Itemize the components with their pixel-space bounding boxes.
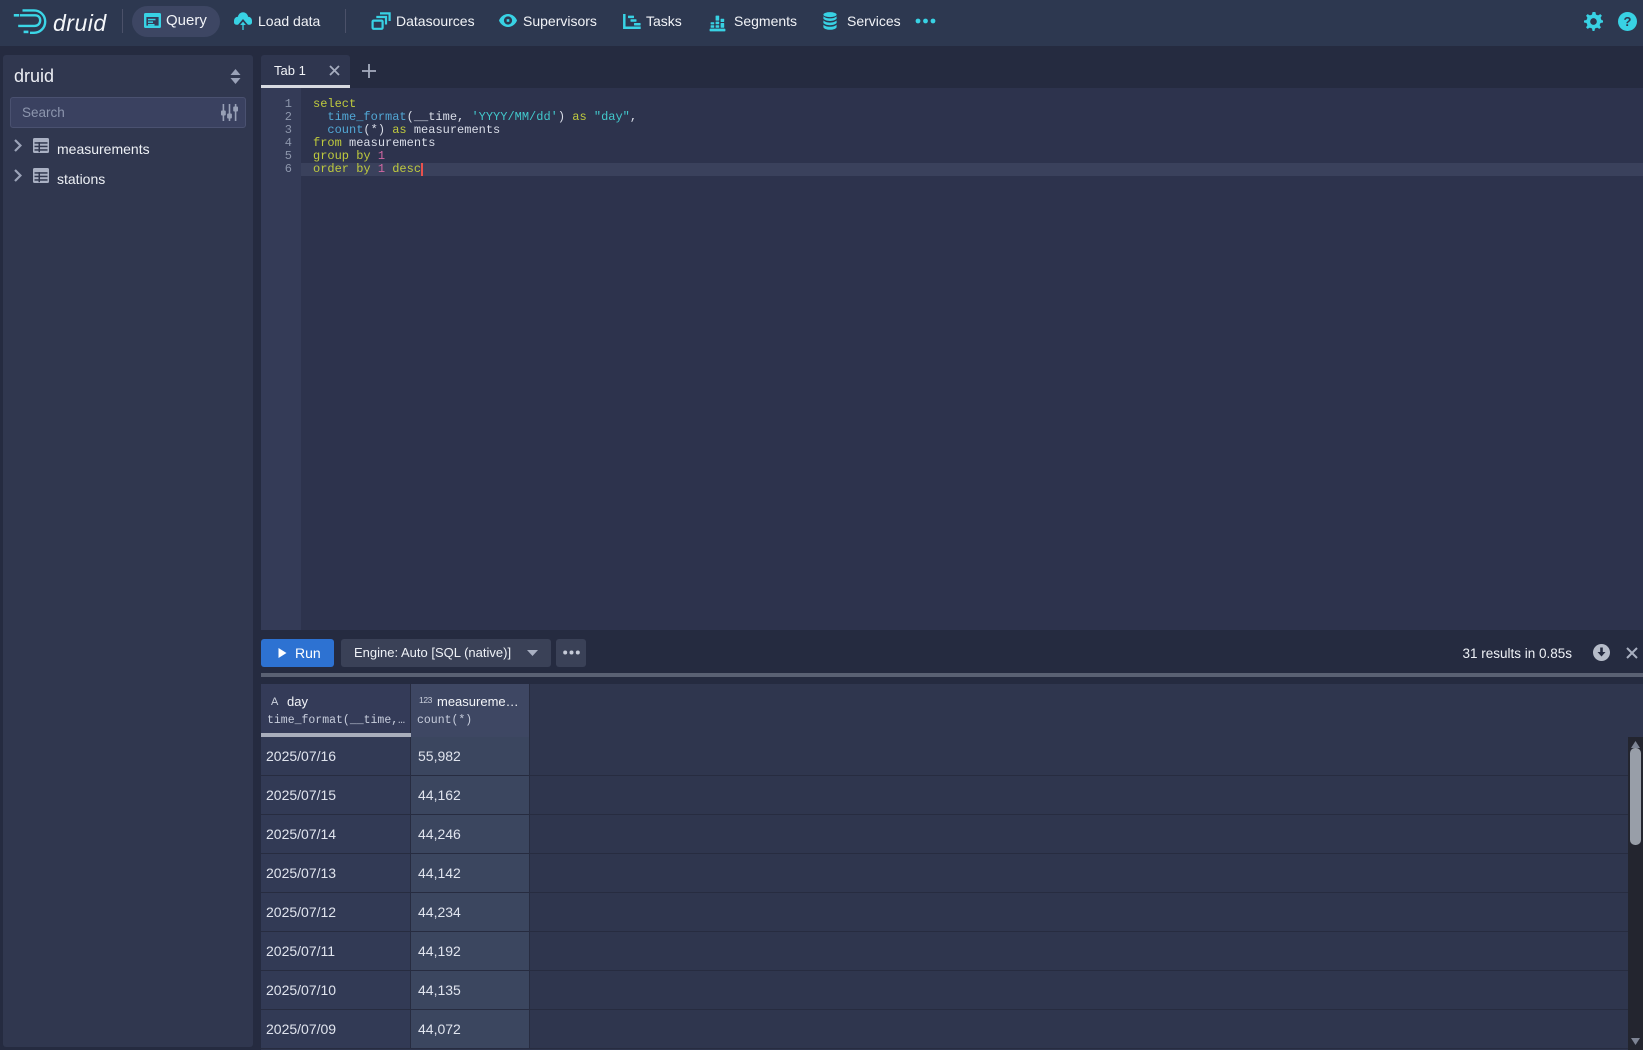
svg-text:?: ?: [1624, 14, 1632, 29]
